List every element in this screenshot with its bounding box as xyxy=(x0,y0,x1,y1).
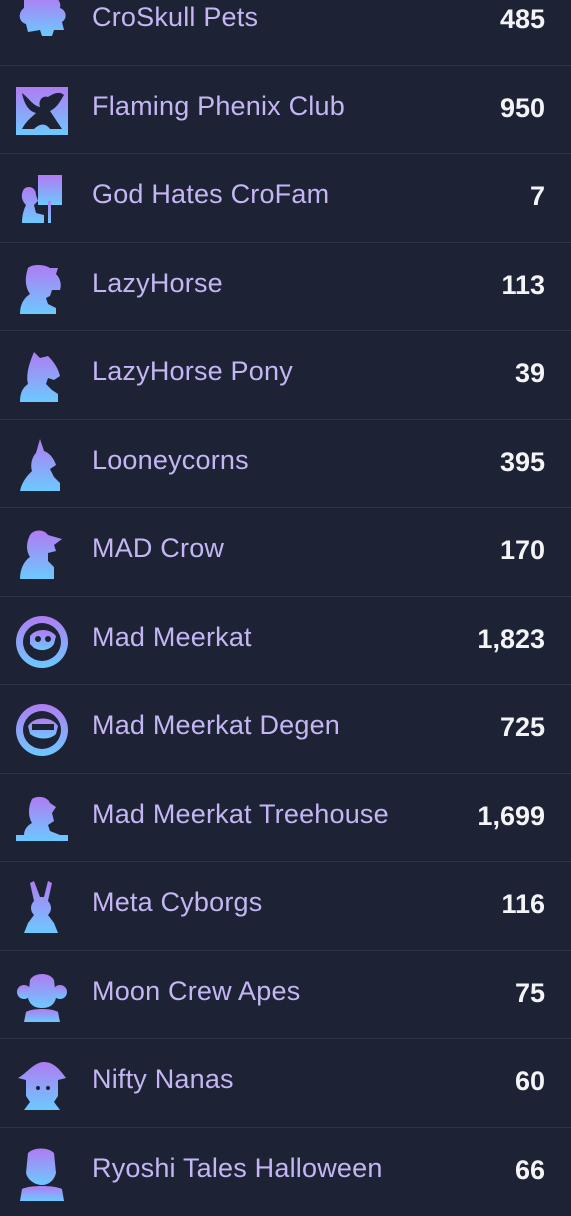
list-item-ryoshi-tales-halloween[interactable]: Ryoshi Tales Halloween 66 xyxy=(0,1128,571,1216)
collection-name: Flaming Phenix Club xyxy=(92,91,345,122)
collection-count: 725 xyxy=(500,712,545,743)
ape-icon xyxy=(14,968,70,1024)
collection-list: CroSkull Pets 485 Flaming Phenix Club 95… xyxy=(0,0,571,1216)
list-item-nifty-nanas[interactable]: Nifty Nanas 60 xyxy=(0,1039,571,1128)
collection-name: Mad Meerkat Degen xyxy=(92,710,340,741)
list-item-mad-crow[interactable]: MAD Crow 170 xyxy=(0,508,571,597)
collection-count: 7 xyxy=(530,181,545,212)
collection-name: Meta Cyborgs xyxy=(92,887,262,918)
collection-count: 395 xyxy=(500,447,545,478)
collection-name: Looneycorns xyxy=(92,445,249,476)
list-item-looneycorns[interactable]: Looneycorns 395 xyxy=(0,420,571,509)
collection-count: 66 xyxy=(515,1155,545,1186)
meerkat-degen-icon xyxy=(14,702,70,758)
collection-name: Mad Meerkat Treehouse xyxy=(92,799,389,830)
horse-icon xyxy=(14,260,70,316)
list-item-mad-meerkat-degen[interactable]: Mad Meerkat Degen 725 xyxy=(0,685,571,774)
list-item-lazyhorse[interactable]: LazyHorse 113 xyxy=(0,243,571,332)
rabbit-icon xyxy=(14,879,70,935)
collection-count: 485 xyxy=(500,4,545,35)
collection-count: 1,699 xyxy=(477,801,545,832)
collection-count: 75 xyxy=(515,978,545,1009)
phenix-icon xyxy=(14,83,70,139)
sign-icon xyxy=(14,171,70,227)
list-item-mad-meerkat[interactable]: Mad Meerkat 1,823 xyxy=(0,597,571,686)
collection-name: God Hates CroFam xyxy=(92,179,329,210)
collection-count: 116 xyxy=(501,889,545,920)
list-item-moon-crew-apes[interactable]: Moon Crew Apes 75 xyxy=(0,951,571,1040)
banana-hat-icon xyxy=(14,1056,70,1112)
list-item-croskull-pets[interactable]: CroSkull Pets 485 xyxy=(0,0,571,66)
list-item-flaming-phenix-club[interactable]: Flaming Phenix Club 950 xyxy=(0,66,571,155)
collection-name: Ryoshi Tales Halloween xyxy=(92,1153,383,1184)
collection-count: 113 xyxy=(501,270,545,301)
meerkat-badge-icon xyxy=(14,614,70,670)
collection-count: 1,823 xyxy=(477,624,545,655)
halloween-icon xyxy=(14,1145,70,1201)
collection-name: CroSkull Pets xyxy=(92,2,258,33)
collection-count: 950 xyxy=(500,93,545,124)
list-item-meta-cyborgs[interactable]: Meta Cyborgs 116 xyxy=(0,862,571,951)
collection-count: 60 xyxy=(515,1066,545,1097)
collection-name: Nifty Nanas xyxy=(92,1064,234,1095)
list-item-god-hates-crofam[interactable]: God Hates CroFam 7 xyxy=(0,154,571,243)
croskull-pets-icon xyxy=(14,0,70,50)
crow-icon xyxy=(14,525,70,581)
pony-icon xyxy=(14,348,70,404)
collection-name: LazyHorse xyxy=(92,268,223,299)
meerkat-treehouse-icon xyxy=(14,791,70,847)
unicorn-icon xyxy=(14,437,70,493)
collection-name: Moon Crew Apes xyxy=(92,976,300,1007)
collection-count: 170 xyxy=(500,535,545,566)
collection-name: MAD Crow xyxy=(92,533,224,564)
collection-count: 39 xyxy=(515,358,545,389)
collection-name: LazyHorse Pony xyxy=(92,356,293,387)
collection-name: Mad Meerkat xyxy=(92,622,252,653)
list-item-mad-meerkat-treehouse[interactable]: Mad Meerkat Treehouse 1,699 xyxy=(0,774,571,863)
list-item-lazyhorse-pony[interactable]: LazyHorse Pony 39 xyxy=(0,331,571,420)
